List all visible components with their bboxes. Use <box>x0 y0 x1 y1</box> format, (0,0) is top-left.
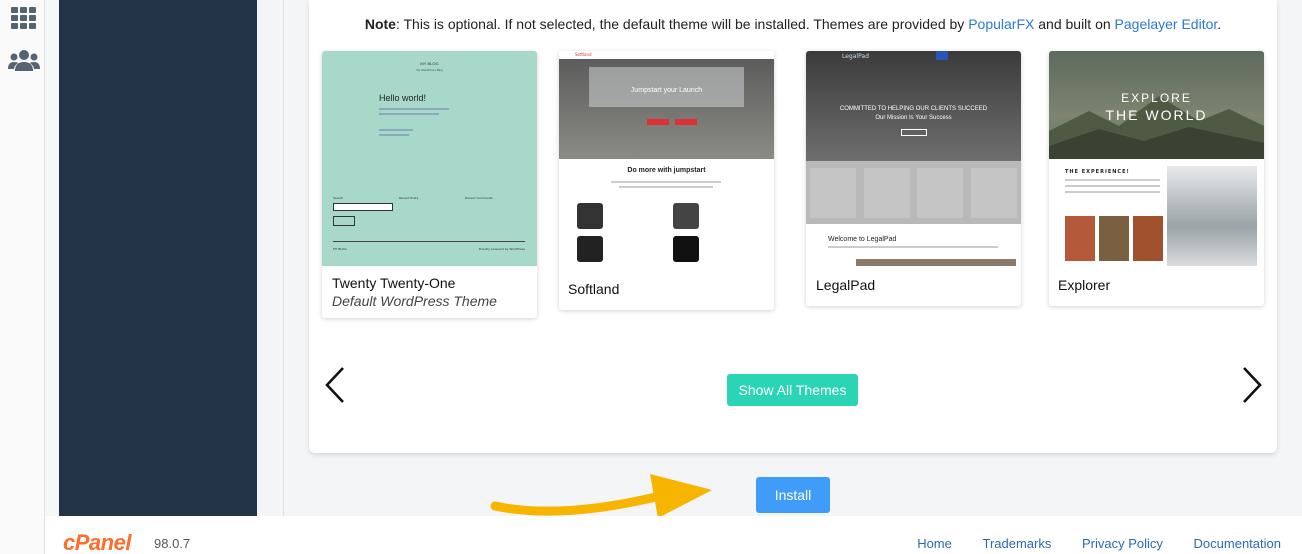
preview-section: THE EXPERIENCE! <box>1065 169 1130 175</box>
footer: cPanel 98.0.7 Home Trademarks Privacy Po… <box>45 516 1302 554</box>
carousel-next-icon[interactable] <box>1236 365 1266 405</box>
cpanel-version: 98.0.7 <box>154 536 191 551</box>
users-icon[interactable] <box>8 47 40 75</box>
preview-search-label: Search <box>333 196 344 200</box>
preview-hero-line1: COMMITTED TO HELPING OUR CLIENTS SUCCEED <box>839 106 988 112</box>
install-button[interactable]: Install <box>756 477 830 513</box>
icon-rail <box>0 0 45 554</box>
preview-hero: LegalPad COMMITTED TO HELPING OUR CLIENT… <box>806 51 1021 161</box>
note-text: : This is optional. If not selected, the… <box>395 16 969 32</box>
theme-caption: Twenty Twenty-One Default WordPress Them… <box>322 266 537 318</box>
theme-name: LegalPad <box>816 277 876 293</box>
preview-welcome: Welcome to LegalPad <box>828 236 897 243</box>
preview-brand: Softland <box>575 52 592 57</box>
theme-preview: LegalPad COMMITTED TO HELPING OUR CLIENT… <box>806 51 1021 266</box>
pointer-arrow-icon <box>490 474 712 518</box>
preview-section: Do more with jumpstart <box>627 167 706 174</box>
theme-name: Twenty Twenty-One <box>332 275 456 291</box>
pagelayer-link[interactable]: Pagelayer Editor <box>1115 16 1218 32</box>
theme-preview: Softland Jumpstart your Launch Do more w… <box>559 51 774 266</box>
footer-link-privacy-policy[interactable]: Privacy Policy <box>1082 536 1163 551</box>
theme-card-softland[interactable]: Softland Jumpstart your Launch Do more w… <box>559 51 774 310</box>
preview-blog-tagline: My WordPress Blog <box>416 68 443 72</box>
preview-recent-posts: Recent Posts <box>399 196 419 200</box>
preview-hero: Jumpstart your Launch <box>559 59 774 159</box>
preview-brand: LegalPad <box>842 53 869 60</box>
grid-icon[interactable] <box>10 4 38 32</box>
theme-name: Explorer <box>1058 277 1111 293</box>
preview-blog-title: MY BLOG <box>420 61 439 66</box>
theme-caption: Explorer <box>1049 266 1264 306</box>
note-text: . <box>1217 16 1222 32</box>
note-text: and built on <box>1034 16 1115 32</box>
theme-card-twenty-twenty-one[interactable]: MY BLOG My WordPress Blog Hello world! S… <box>322 51 537 318</box>
show-all-themes-button[interactable]: Show All Themes <box>727 374 858 406</box>
note-label: Note <box>364 16 396 32</box>
preview-hero-text: Jumpstart your Launch <box>630 87 703 94</box>
footer-link-trademarks[interactable]: Trademarks <box>983 536 1052 551</box>
sidebar <box>59 0 257 516</box>
preview-footer-right: Proudly powered by WordPress <box>478 247 525 251</box>
theme-caption: LegalPad <box>806 266 1021 306</box>
preview-recent-comments: Recent Comments <box>465 196 493 200</box>
footer-link-home[interactable]: Home <box>917 536 952 551</box>
theme-preview: EXPLORE THE WORLD THE EXPERIENCE! <box>1049 51 1264 266</box>
preview-hero-line1: EXPLORE <box>1121 91 1192 105</box>
content-divider <box>283 0 284 516</box>
preview-heading: Hello world! <box>379 93 427 103</box>
preview-hero: EXPLORE THE WORLD <box>1049 51 1264 159</box>
theme-name: Softland <box>568 281 620 297</box>
carousel-prev-icon[interactable] <box>321 365 351 405</box>
preview-hero-line2: Our Mission Is Your Success <box>875 115 952 121</box>
theme-note: Note: This is optional. If not selected,… <box>309 16 1277 32</box>
rail-gap <box>45 0 59 516</box>
theme-caption: Softland <box>559 266 774 310</box>
theme-card-explorer[interactable]: EXPLORE THE WORLD THE EXPERIENCE! Explor… <box>1049 51 1264 306</box>
theme-subtitle: Default WordPress Theme <box>332 293 497 309</box>
preview-footer-left: MY BLOG <box>333 247 347 251</box>
theme-preview: MY BLOG My WordPress Blog Hello world! S… <box>322 51 537 266</box>
popularfx-link[interactable]: PopularFX <box>968 16 1034 32</box>
footer-link-documentation[interactable]: Documentation <box>1194 536 1281 551</box>
theme-card-legalpad[interactable]: LegalPad COMMITTED TO HELPING OUR CLIENT… <box>806 51 1021 306</box>
preview-hero-line2: THE WORLD <box>1105 107 1208 123</box>
footer-links: Home Trademarks Privacy Policy Documenta… <box>890 536 1281 551</box>
cpanel-logo: cPanel <box>63 530 131 554</box>
